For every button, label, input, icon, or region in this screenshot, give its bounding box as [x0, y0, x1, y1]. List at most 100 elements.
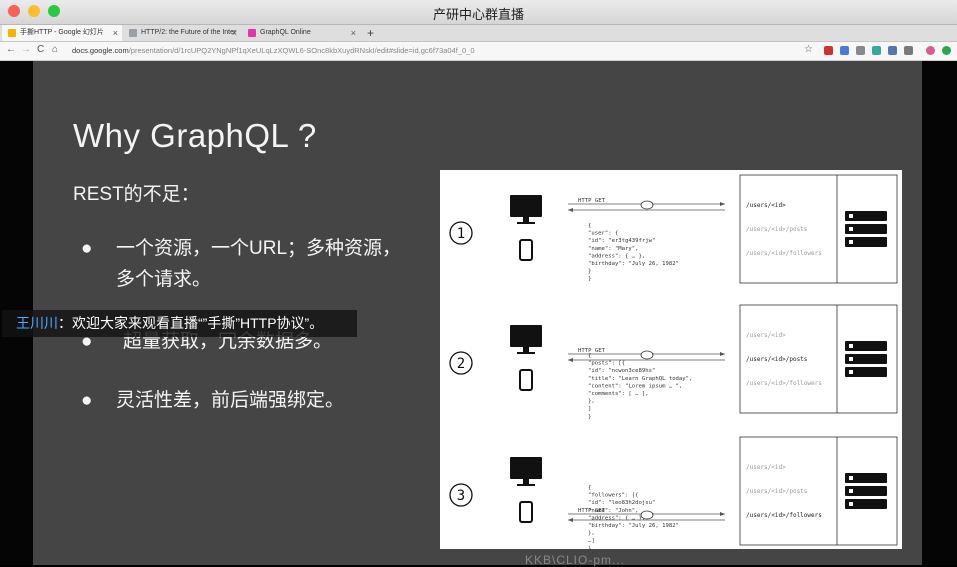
json-line: "address": { … }, [588, 253, 645, 259]
window-titlebar: 产研中心群直播 [0, 0, 957, 25]
tab-graphql[interactable]: GraphQL Online × [242, 25, 360, 41]
cloud-icon [640, 350, 654, 360]
cloud-icon [640, 200, 654, 210]
graphql-icon [248, 29, 256, 37]
phone-icon [519, 501, 533, 523]
json-line: "name": "Mary", [588, 246, 639, 252]
extension-icon[interactable] [856, 46, 865, 55]
chat-message-overlay: 王川川：欢迎大家来观看直播“”手撕”HTTP协议”。 [2, 310, 357, 337]
http-get-label: HTTP GET [578, 508, 606, 514]
desktop-icon [510, 195, 542, 217]
desktop-icon [510, 457, 542, 479]
extension-icon[interactable] [904, 46, 913, 55]
arrow-head [720, 512, 725, 516]
desktop-icon [523, 217, 529, 222]
bullet-text: 一个资源，一个URL；多种资源，多个请求。 [116, 238, 402, 290]
json-line: "birthday": "July 26, 1982" [588, 523, 679, 529]
json-line: "title": "Learn GraphQL today", [588, 376, 692, 382]
back-icon[interactable]: ← [6, 44, 16, 55]
server-icon [849, 489, 853, 493]
json-line: "posts": [{ [588, 361, 625, 367]
right-margin [922, 61, 957, 565]
desktop-icon [517, 222, 535, 224]
desktop-icon [523, 479, 529, 484]
json-line: "address": { … }, [588, 515, 645, 521]
json-line: "comments": [ … ], [588, 391, 649, 397]
json-line: } [588, 414, 591, 420]
json-line: …] [588, 538, 595, 544]
tab-http2[interactable]: HTTP/2: the Future of the Inter × [123, 25, 241, 41]
step-number: 2 [457, 356, 465, 372]
extension-icon[interactable] [840, 46, 849, 55]
arrow-head [568, 518, 573, 522]
json-line: "id": "leo83h2dojsu" [588, 500, 655, 506]
bullet-text: 灵活性差，前后端强绑定。 [116, 390, 345, 411]
extension-icon[interactable] [824, 46, 833, 55]
endpoint-label: /users/<id>/posts [746, 488, 808, 495]
json-line: } [588, 276, 591, 282]
slide-title: Why GraphQL ? [73, 117, 317, 154]
home-icon[interactable]: ⌂ [52, 44, 58, 55]
json-line: } [588, 269, 591, 275]
new-tab-button[interactable]: + [367, 25, 374, 41]
arrow-head [720, 352, 725, 356]
server-icon [849, 370, 853, 374]
json-line: "user": { [588, 231, 618, 237]
phone-icon [519, 239, 533, 261]
desktop-icon [523, 347, 529, 352]
extension-icon[interactable] [942, 46, 951, 55]
desktop-icon [517, 484, 535, 486]
reload-icon[interactable]: C [37, 44, 44, 55]
json-line: "content": "Lorem ipsum … ", [588, 383, 682, 389]
chat-username: 王川川 [16, 315, 58, 331]
bullet-dot: ● [81, 390, 93, 411]
phone-icon [519, 369, 533, 391]
address-bar: ← → C ⌂ docs.google.com/presentation/d/1… [0, 42, 957, 61]
server-icon [849, 357, 853, 361]
endpoint-label: /users/<id>/posts [746, 226, 808, 233]
tab-slides[interactable]: 手撕HTTP - Google 幻灯片 × [2, 25, 122, 41]
tab-label: 手撕HTTP - Google 幻灯片 [20, 29, 104, 36]
close-tab-icon[interactable]: × [351, 25, 356, 41]
json-line: }, [588, 531, 595, 537]
window-title: 产研中心群直播 [432, 7, 524, 22]
forward-icon[interactable]: → [21, 44, 31, 55]
json-line: ] [588, 406, 591, 412]
slide-subtitle: REST的不足： [73, 184, 200, 205]
desktop-icon [510, 325, 542, 347]
server-icon [849, 214, 853, 218]
json-line: }, [588, 399, 595, 405]
url-input[interactable]: docs.google.com/presentation/d/1rcUPQ2YN… [72, 44, 802, 58]
extension-icon[interactable] [872, 46, 881, 55]
step-number: 3 [457, 488, 465, 504]
tab-strip: 手撕HTTP - Google 幻灯片 × HTTP/2: the Future… [0, 25, 957, 42]
step-number: 1 [457, 226, 465, 242]
json-line: "id": "ncwon3ce89hs" [588, 368, 655, 374]
arrow-head [720, 202, 725, 206]
close-tab-icon[interactable]: × [232, 25, 237, 41]
json-line: { [588, 223, 591, 229]
tab-label: HTTP/2: the Future of the Inter [141, 29, 237, 36]
endpoint-label: /users/<id>/posts [746, 356, 808, 363]
page-icon [129, 29, 137, 37]
json-line: "followers": [{ [588, 493, 639, 499]
bullet-dot: ● [81, 238, 93, 259]
bookmark-star-icon[interactable]: ☆ [804, 44, 813, 55]
json-line: "id": "er3tg439frjw" [588, 238, 655, 244]
json-line: } [588, 546, 591, 549]
server-icon [849, 240, 853, 244]
server-icon [849, 476, 853, 480]
profile-avatar[interactable] [926, 46, 935, 55]
server-icon [849, 502, 853, 506]
server-icon [849, 227, 853, 231]
rest-diagram: /users/<id> /users/<id>/posts/users/<id>/… [440, 170, 902, 552]
extension-icon[interactable] [888, 46, 897, 55]
close-tab-icon[interactable]: × [113, 25, 118, 41]
json-line: "birthday": "July 26, 1982" [588, 261, 679, 267]
json-line: { [588, 485, 591, 491]
slides-icon [8, 29, 16, 37]
http-get-label: HTTP GET [578, 198, 606, 204]
endpoint-label: /users/<id> [746, 202, 786, 209]
arrow-head [568, 358, 573, 362]
cloud-icon [640, 510, 654, 520]
